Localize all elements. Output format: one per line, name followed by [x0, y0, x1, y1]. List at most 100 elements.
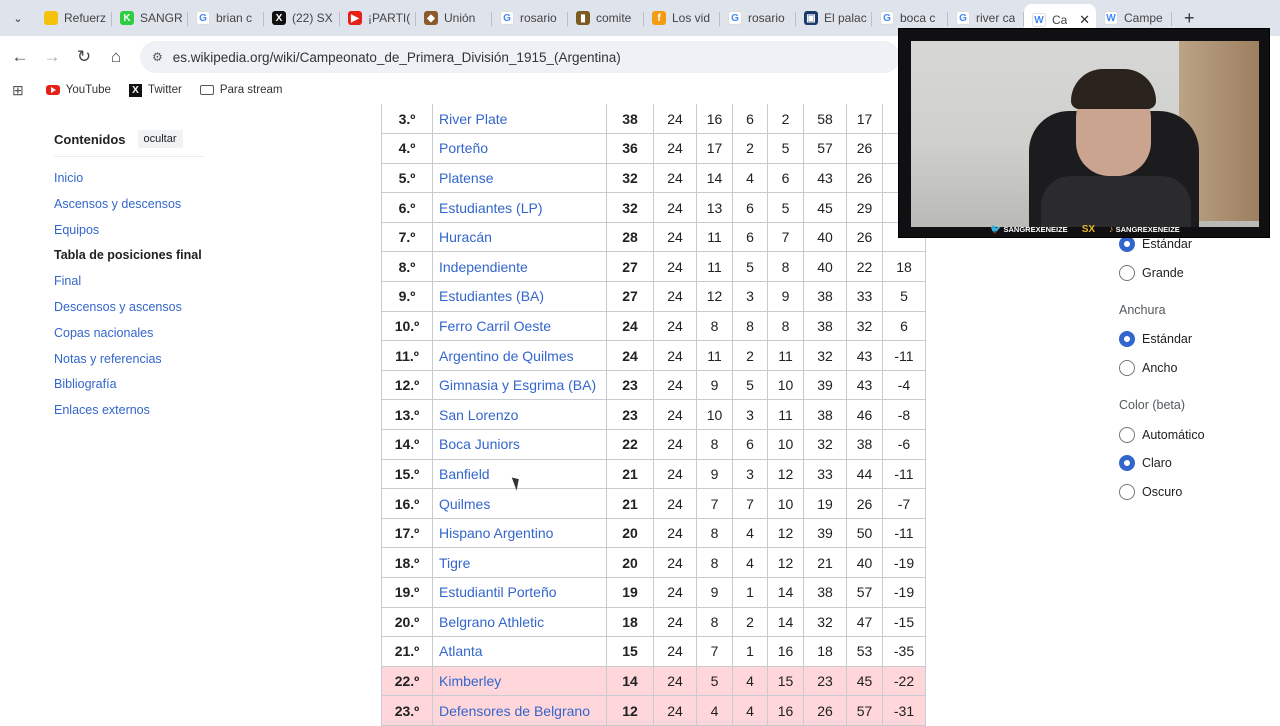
- home-icon[interactable]: ⌂: [100, 41, 132, 73]
- points-cell: 32: [606, 192, 654, 223]
- team-link[interactable]: Belgrano Athletic: [432, 607, 607, 638]
- wins-cell: 8: [696, 547, 733, 578]
- width-option[interactable]: Ancho: [1119, 354, 1269, 383]
- toc-item[interactable]: Inicio: [54, 171, 214, 197]
- played-cell: 24: [653, 399, 697, 431]
- radio-button[interactable]: [1119, 455, 1135, 472]
- toc-item[interactable]: Bibliografía: [54, 377, 214, 403]
- team-link[interactable]: Estudiantes (BA): [432, 281, 607, 312]
- toc-item[interactable]: Final: [54, 274, 214, 300]
- team-link[interactable]: San Lorenzo: [432, 399, 607, 431]
- team-link[interactable]: River Plate: [432, 104, 607, 135]
- new-tab-icon[interactable]: +: [1184, 8, 1195, 29]
- tab-close-icon[interactable]: ✕: [1079, 12, 1090, 28]
- draws-cell: 4: [732, 518, 768, 549]
- address-bar[interactable]: ⚙ es.wikipedia.org/wiki/Campeonato_de_Pr…: [140, 41, 900, 73]
- goal-difference-cell: -35: [882, 636, 926, 667]
- toc-item[interactable]: Equipos: [54, 223, 214, 249]
- browser-tab[interactable]: K SANGR: [112, 4, 188, 32]
- team-link[interactable]: Boca Juniors: [432, 429, 607, 460]
- tab-favicon-icon: ▶: [348, 11, 362, 25]
- toc-item[interactable]: Copas nacionales: [54, 326, 214, 352]
- played-cell: 24: [653, 459, 697, 490]
- goals-for-cell: 38: [803, 577, 847, 608]
- toc-item[interactable]: Enlaces externos: [54, 403, 214, 429]
- apps-grid-icon[interactable]: ⊞: [12, 82, 24, 99]
- text-size-option[interactable]: Grande: [1119, 259, 1269, 288]
- team-link[interactable]: Defensores de Belgrano: [432, 695, 607, 726]
- tab-favicon-icon: [44, 11, 58, 25]
- bookmark-youtube[interactable]: YouTube: [45, 84, 111, 96]
- team-link[interactable]: Porteño: [432, 133, 607, 164]
- toc-hide-button[interactable]: ocultar: [137, 130, 183, 148]
- position-cell: 19.º: [381, 577, 433, 608]
- browser-tab[interactable]: ◆ Unión: [416, 4, 492, 32]
- team-link[interactable]: Platense: [432, 163, 607, 194]
- losses-cell: 10: [767, 488, 804, 519]
- radio-button[interactable]: [1119, 483, 1135, 500]
- toc-item[interactable]: Tabla de posiciones final: [54, 248, 214, 274]
- browser-tab[interactable]: ▶ ¡PARTI(: [340, 4, 416, 32]
- table-row: 23.º Defensores de Belgrano 12 24 4 4 16 26 57 -3…: [381, 695, 926, 726]
- radio-button[interactable]: [1119, 426, 1135, 443]
- wins-cell: 4: [696, 695, 733, 726]
- radio-button[interactable]: [1119, 331, 1135, 348]
- wins-cell: 14: [696, 163, 733, 194]
- team-link[interactable]: Estudiantes (LP): [432, 192, 607, 223]
- browser-tab[interactable]: ▣ El palac: [796, 4, 872, 32]
- radio-button[interactable]: [1119, 236, 1135, 253]
- radio-button[interactable]: [1119, 360, 1135, 377]
- team-link[interactable]: Atlanta: [432, 636, 607, 667]
- team-link[interactable]: Kimberley: [432, 666, 607, 697]
- bookmark-para-stream[interactable]: Para stream: [199, 84, 282, 96]
- browser-tab[interactable]: Refuerz: [36, 4, 112, 32]
- color-option[interactable]: Automático: [1119, 420, 1269, 449]
- team-link[interactable]: Argentino de Quilmes: [432, 340, 607, 371]
- losses-cell: 14: [767, 577, 804, 608]
- standings-table: 3.º River Plate 38 24 16 6 2 58 17 4.º Porteño 36 24…: [381, 104, 926, 726]
- browser-tab[interactable]: Grosario: [720, 4, 796, 32]
- team-link[interactable]: Gimnasia y Esgrima (BA): [432, 370, 607, 401]
- site-info-icon[interactable]: ⚙: [152, 50, 163, 64]
- browser-tab[interactable]: Grosario: [492, 4, 568, 32]
- draws-cell: 8: [732, 311, 768, 342]
- toc-item[interactable]: Descensos y ascensos: [54, 300, 214, 326]
- points-cell: 20: [606, 518, 654, 549]
- goal-difference-cell: -31: [882, 695, 926, 726]
- color-option[interactable]: Oscuro: [1119, 478, 1269, 507]
- team-link[interactable]: Estudiantil Porteño: [432, 577, 607, 608]
- team-link[interactable]: Tigre: [432, 547, 607, 578]
- toc-item[interactable]: Notas y referencias: [54, 352, 214, 378]
- forward-icon[interactable]: →: [36, 41, 68, 73]
- browser-tab[interactable]: X (22) SX: [264, 4, 340, 32]
- browser-tab[interactable]: ▮ comite: [568, 4, 644, 32]
- color-title: Color (beta): [1119, 398, 1185, 413]
- goals-against-cell: 33: [846, 281, 883, 312]
- back-icon[interactable]: ←: [4, 41, 36, 73]
- browser-tab[interactable]: f Los vid: [644, 4, 720, 32]
- team-link[interactable]: Quilmes: [432, 488, 607, 519]
- bookmark-twitter[interactable]: X Twitter: [128, 83, 182, 97]
- reload-icon[interactable]: ↻: [68, 41, 100, 73]
- team-link[interactable]: Independiente: [432, 251, 607, 283]
- browser-tab[interactable]: Gbrian c: [188, 4, 264, 32]
- color-options: Automático Claro Oscuro: [1119, 420, 1269, 506]
- toc-item[interactable]: Ascensos y descensos: [54, 197, 214, 223]
- tab-search-chevron-icon[interactable]: ⌄: [6, 6, 30, 30]
- radio-button[interactable]: [1119, 264, 1135, 281]
- goals-against-cell: 57: [846, 577, 883, 608]
- team-link[interactable]: Huracán: [432, 222, 607, 253]
- table-row: 19.º Estudiantil Porteño 19 24 9 1 14 38 57 -19: [381, 577, 926, 608]
- tab-favicon-icon: f: [652, 11, 666, 25]
- draws-cell: 4: [732, 666, 768, 697]
- goals-for-cell: 58: [803, 104, 847, 135]
- wins-cell: 9: [696, 459, 733, 490]
- draws-cell: 1: [732, 636, 768, 667]
- team-link[interactable]: Ferro Carril Oeste: [432, 311, 607, 342]
- points-cell: 27: [606, 251, 654, 283]
- team-link[interactable]: Hispano Argentino: [432, 518, 607, 549]
- width-option[interactable]: Estándar: [1119, 325, 1269, 354]
- tab-favicon-icon: K: [120, 11, 134, 25]
- color-option[interactable]: Claro: [1119, 449, 1269, 478]
- tab-title: comite: [596, 11, 632, 25]
